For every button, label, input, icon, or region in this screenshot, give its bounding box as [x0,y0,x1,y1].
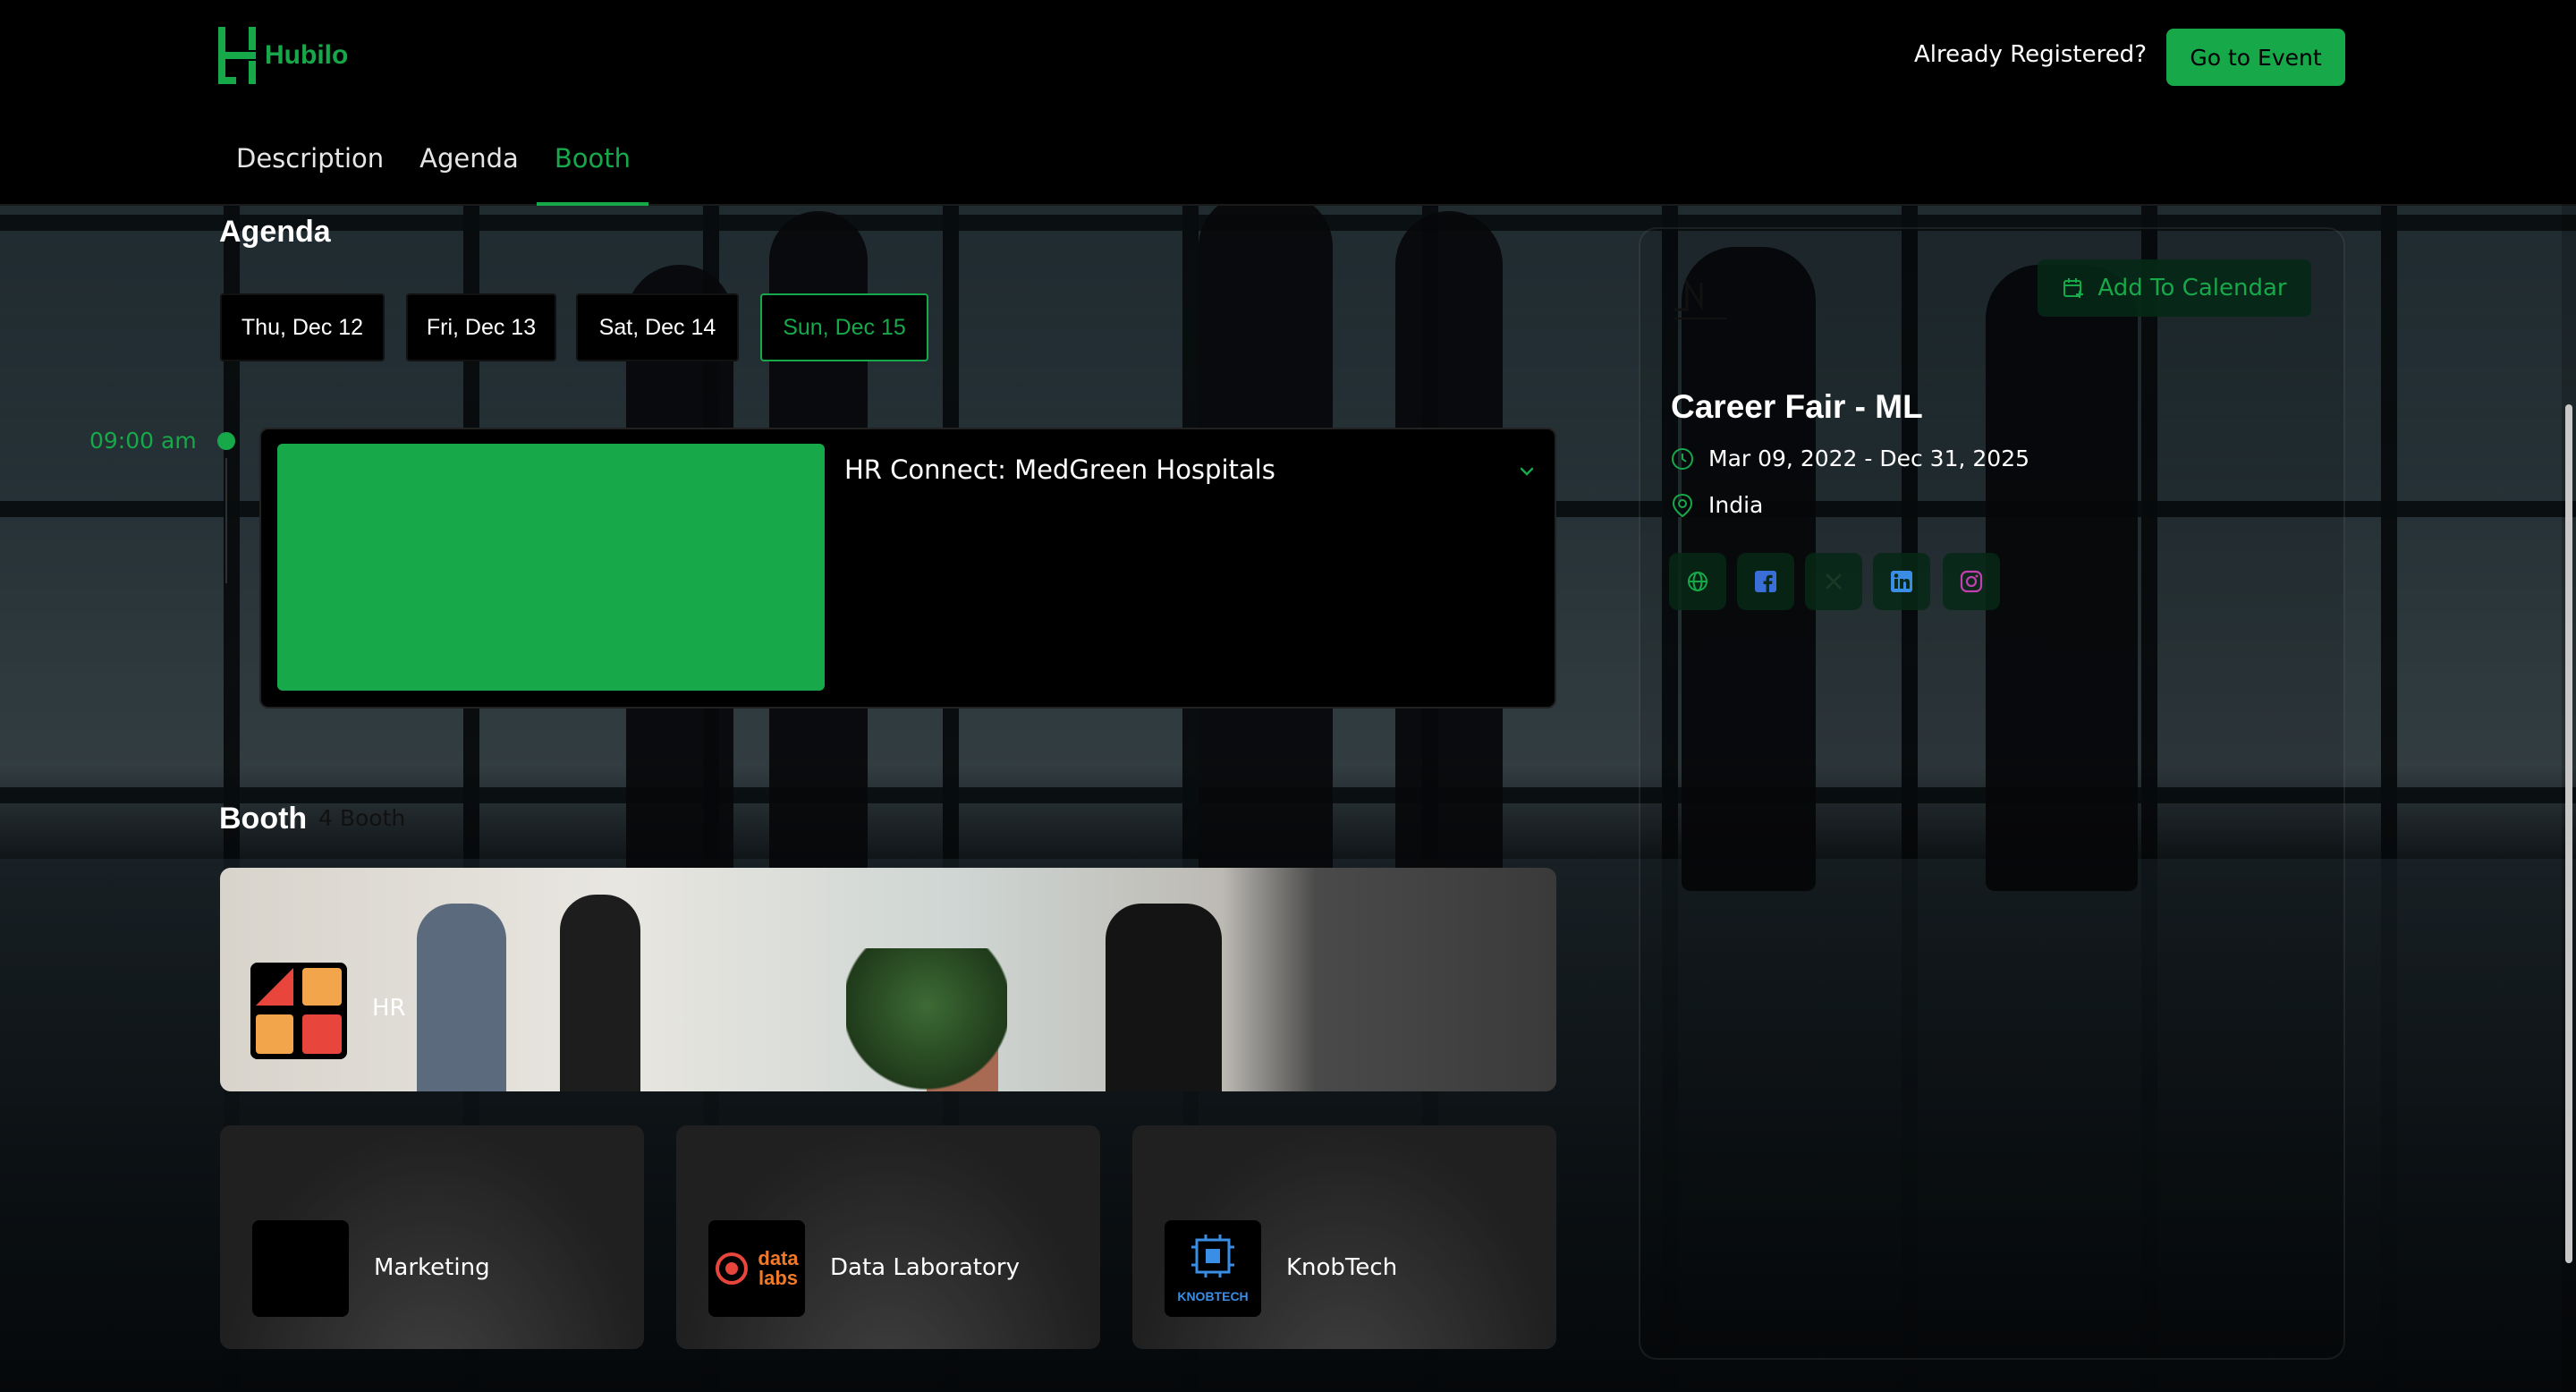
booth-count: 4 Booth [318,805,406,831]
chevron-down-icon[interactable] [1513,458,1540,485]
booth-card-data-laboratory[interactable]: data labs Data Laboratory [676,1125,1100,1349]
svg-text:labs: labs [758,1267,798,1289]
day-tab-thu[interactable]: Thu, Dec 12 [220,293,385,361]
booth-card-knobtech[interactable]: KNOBTECH KnobTech [1132,1125,1556,1349]
location-pin-icon [1672,493,1693,517]
tab-booth[interactable]: Booth [536,134,649,206]
event-date-row: Mar 09, 2022 - Dec 31, 2025 [1671,446,2029,471]
add-to-calendar-label: Add To Calendar [2097,275,2287,301]
booth-card-hr[interactable]: HR [220,868,1556,1091]
top-header: Hubilo Already Registered? Go to Event D… [0,0,2576,206]
event-location-row: India [1671,492,1763,518]
data-labs-logo: data labs [708,1220,805,1317]
calendar-plus-icon [2063,278,2084,298]
timeline-dot [217,432,235,450]
tab-agenda[interactable]: Agenda [402,134,537,206]
session-time: 09:00 am [89,428,197,454]
organizer-logo [1674,277,1726,319]
booth-card-marketing[interactable]: Marketing [220,1125,644,1349]
booth-name-data-laboratory: Data Laboratory [830,1254,1020,1281]
linkedin-icon[interactable] [1873,553,1930,610]
knobtech-logo: KNOBTECH [1165,1220,1261,1317]
hubilo-logo-icon [218,27,256,84]
timeline-line [225,458,227,583]
facebook-icon[interactable] [1737,553,1794,610]
svg-text:KNOBTECH: KNOBTECH [1177,1289,1248,1303]
event-location: India [1708,492,1764,518]
booth-name-marketing: Marketing [374,1254,490,1281]
day-tab-sat[interactable]: Sat, Dec 14 [576,293,739,361]
instagram-icon[interactable] [1943,553,2000,610]
x-icon[interactable] [1805,553,1862,610]
event-date-range: Mar 09, 2022 - Dec 31, 2025 [1708,446,2030,471]
day-tab-sun[interactable]: Sun, Dec 15 [760,293,928,361]
globe-icon[interactable] [1669,553,1726,610]
hubilo-logo[interactable]: Hubilo [218,27,348,84]
agenda-heading: Agenda [219,215,331,249]
tab-description[interactable]: Description [218,134,402,206]
go-to-event-button[interactable]: Go to Event [2166,29,2345,86]
session-thumbnail [277,444,825,691]
already-registered-text: Already Registered? [1914,41,2147,68]
scrollbar-thumb[interactable] [2565,404,2572,1263]
page-tabs: Description Agenda Booth [218,134,649,206]
add-to-calendar-button[interactable]: Add To Calendar [2038,259,2311,317]
brand-name: Hubilo [265,40,349,70]
booth-name-hr: HR [372,995,406,1022]
booth-name-knobtech: KnobTech [1286,1254,1398,1281]
session-card[interactable]: HR Connect: MedGreen Hospitals [259,428,1556,709]
session-title[interactable]: HR Connect: MedGreen Hospitals [844,454,1275,485]
clock-icon [1672,447,1693,470]
event-title: Career Fair - ML [1671,388,1923,425]
hr-logo-icon [250,963,347,1059]
booth-heading: Booth [219,802,308,836]
day-tab-fri[interactable]: Fri, Dec 13 [406,293,556,361]
marketing-logo [252,1220,349,1317]
